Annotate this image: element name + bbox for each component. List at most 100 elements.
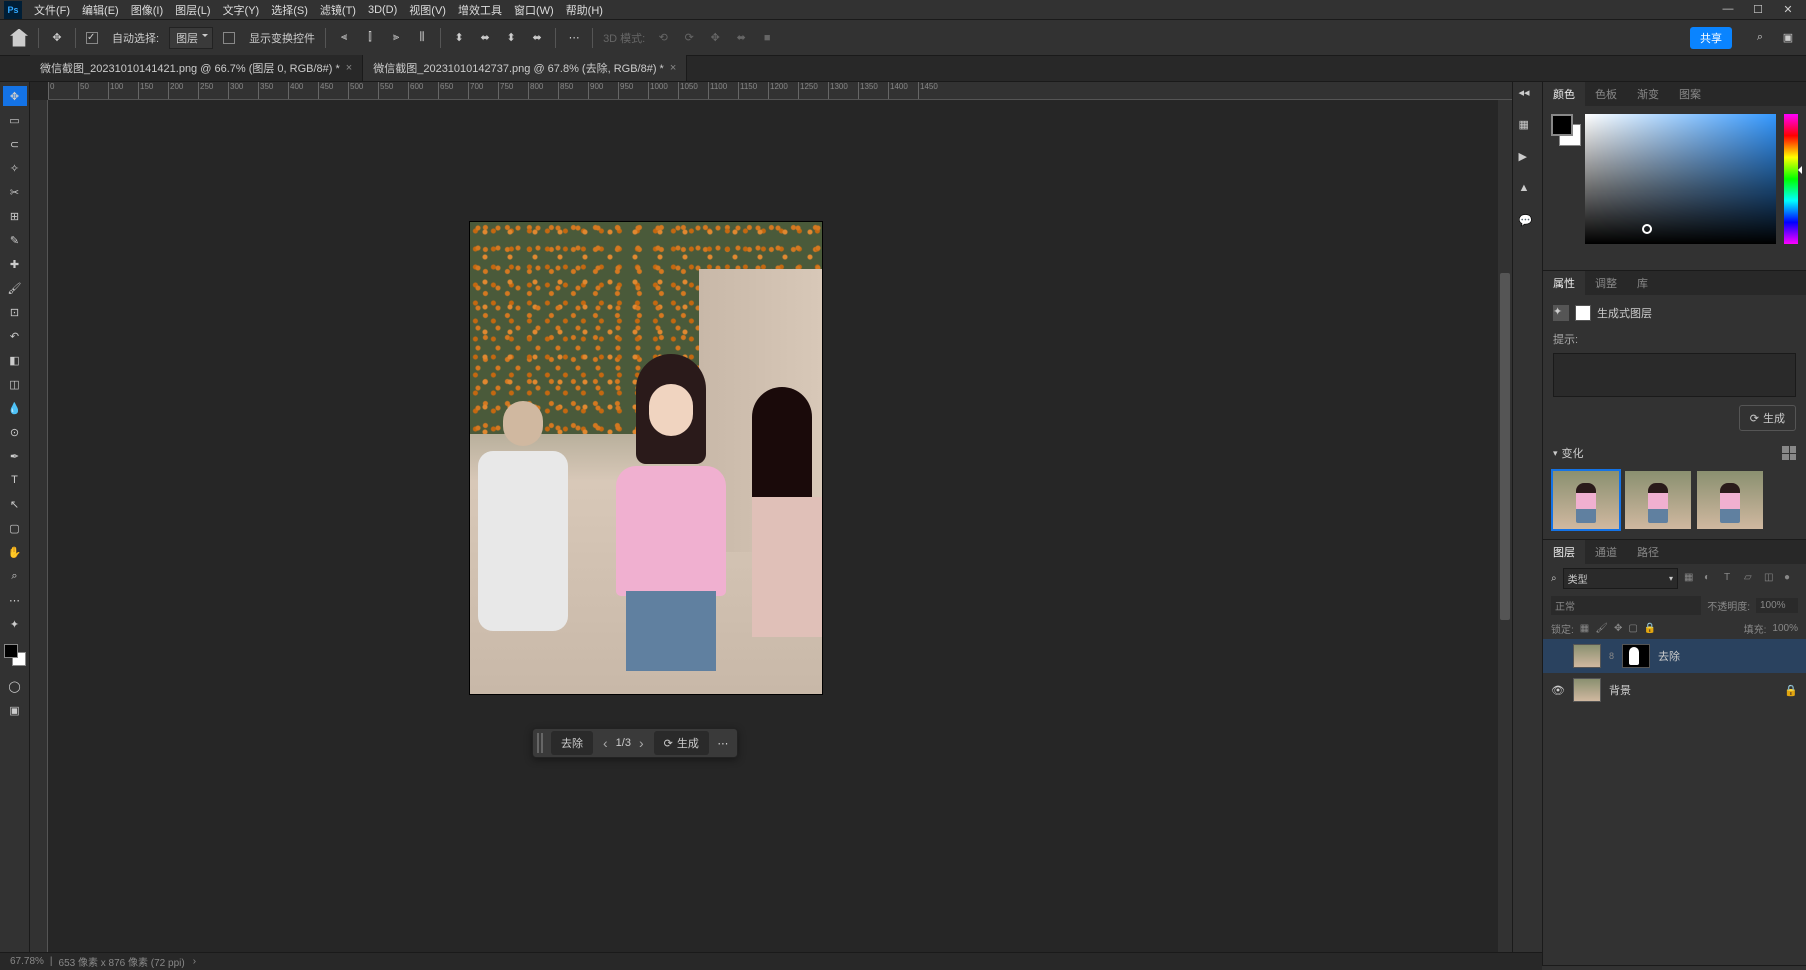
- more-align-icon[interactable]: ⋯: [566, 30, 582, 46]
- 3d-roll-icon[interactable]: ⟳: [681, 30, 697, 46]
- tab-paths[interactable]: 路径: [1627, 540, 1669, 564]
- lock-position-icon[interactable]: ✥: [1614, 623, 1622, 634]
- layer-name[interactable]: 去除: [1658, 648, 1798, 664]
- filter-smart-icon[interactable]: ◫: [1764, 572, 1778, 586]
- distribute-bottom-icon[interactable]: ⬍: [503, 30, 519, 46]
- layer-name[interactable]: 背景: [1609, 682, 1776, 698]
- variation-thumb-2[interactable]: [1625, 471, 1691, 529]
- menu-file[interactable]: 文件(F): [28, 0, 76, 20]
- fill-input[interactable]: 100%: [1772, 623, 1798, 634]
- close-icon[interactable]: ✕: [1782, 3, 1794, 16]
- search-icon[interactable]: ⌕: [1752, 30, 1768, 46]
- horizontal-ruler[interactable]: 0501001502002503003504004505005506006507…: [48, 82, 1512, 100]
- workspace-icon[interactable]: ▣: [1780, 30, 1796, 46]
- distribute-h-icon[interactable]: ⬌: [529, 30, 545, 46]
- next-variation-icon[interactable]: ›: [639, 735, 644, 751]
- home-icon[interactable]: [10, 29, 28, 47]
- menu-plugins[interactable]: 增效工具: [452, 0, 508, 20]
- opacity-input[interactable]: 100%: [1756, 598, 1798, 613]
- hand-tool[interactable]: ✋: [3, 542, 27, 562]
- grid-view-icon[interactable]: [1782, 446, 1796, 460]
- shape-tool[interactable]: ▢: [3, 518, 27, 538]
- dodge-tool[interactable]: ⊙: [3, 422, 27, 442]
- hue-slider[interactable]: [1784, 114, 1798, 244]
- tab-channels[interactable]: 通道: [1585, 540, 1627, 564]
- hue-marker[interactable]: [1794, 166, 1802, 174]
- align-right-icon[interactable]: ⫸: [388, 30, 404, 46]
- visibility-icon[interactable]: 👁: [1551, 684, 1565, 697]
- drag-handle-icon[interactable]: [537, 733, 543, 753]
- foreground-swatch[interactable]: [1551, 114, 1573, 136]
- menu-view[interactable]: 视图(V): [403, 0, 452, 20]
- menu-3d[interactable]: 3D(D): [362, 2, 403, 18]
- screen-mode-icon[interactable]: ▣: [3, 700, 27, 720]
- filter-toggle-icon[interactable]: ●: [1784, 572, 1798, 586]
- distribute-v-icon[interactable]: ⬌: [477, 30, 493, 46]
- color-marker[interactable]: [1642, 224, 1652, 234]
- generative-taskbar[interactable]: 去除 ‹ 1/3 › ⟳ 生成 ⋯: [532, 728, 738, 758]
- brushes-panel-icon[interactable]: ▲: [1519, 182, 1537, 200]
- tab-close-icon[interactable]: ×: [670, 62, 676, 74]
- document-tab-2[interactable]: 微信截图_20231010142737.png @ 67.8% (去除, RGB…: [363, 55, 687, 81]
- comments-panel-icon[interactable]: 💬: [1519, 214, 1537, 232]
- variation-thumb-3[interactable]: [1697, 471, 1763, 529]
- status-menu-icon[interactable]: ›: [193, 956, 196, 967]
- move-tool[interactable]: ✥: [3, 86, 27, 106]
- more-options-icon[interactable]: ⋯: [713, 737, 733, 750]
- lock-all-icon[interactable]: 🔒: [1644, 623, 1656, 634]
- menu-filter[interactable]: 滤镜(T): [314, 0, 362, 20]
- menu-window[interactable]: 窗口(W): [508, 0, 560, 20]
- layer-thumbnail[interactable]: [1573, 644, 1601, 668]
- zoom-level[interactable]: 67.78%: [10, 956, 44, 967]
- auto-select-checkbox[interactable]: [86, 32, 98, 44]
- filter-pixel-icon[interactable]: ▦: [1684, 572, 1698, 586]
- lasso-tool[interactable]: ⊂: [3, 134, 27, 154]
- brush-tool[interactable]: 🖌: [3, 278, 27, 298]
- lock-pixels-icon[interactable]: 🖌: [1595, 623, 1608, 634]
- path-tool[interactable]: ↖: [3, 494, 27, 514]
- lock-icon[interactable]: 🔒: [1784, 684, 1798, 697]
- align-left-icon[interactable]: ⫷: [336, 30, 352, 46]
- layer-row-background[interactable]: 👁 背景 🔒: [1543, 673, 1806, 707]
- history-brush-tool[interactable]: ↶: [3, 326, 27, 346]
- tab-close-icon[interactable]: ×: [346, 62, 352, 74]
- frame-tool[interactable]: ⊞: [3, 206, 27, 226]
- maximize-icon[interactable]: ☐: [1752, 3, 1764, 16]
- filter-type-icon[interactable]: T: [1724, 572, 1738, 586]
- zoom-tool[interactable]: ⌕: [3, 566, 27, 586]
- type-tool[interactable]: T: [3, 470, 27, 490]
- prev-variation-icon[interactable]: ‹: [603, 735, 608, 751]
- clone-stamp-tool[interactable]: ⊡: [3, 302, 27, 322]
- gradient-tool[interactable]: ◫: [3, 374, 27, 394]
- foreground-color[interactable]: [4, 644, 18, 658]
- actions-panel-icon[interactable]: ▶: [1519, 150, 1537, 168]
- color-field[interactable]: [1585, 114, 1776, 244]
- color-swatch[interactable]: [4, 644, 26, 666]
- crop-tool[interactable]: ✂: [3, 182, 27, 202]
- document-dimensions[interactable]: 653 像素 x 876 像素 (72 ppi): [59, 954, 185, 969]
- generate-button[interactable]: ⟳ 生成: [654, 731, 709, 755]
- history-panel-icon[interactable]: ▦: [1519, 118, 1537, 136]
- lock-transparency-icon[interactable]: ▦: [1580, 623, 1589, 634]
- scrollbar-thumb[interactable]: [1500, 273, 1510, 619]
- color-swatches[interactable]: [1551, 114, 1577, 262]
- blend-mode-dropdown[interactable]: 正常: [1551, 596, 1701, 615]
- variation-thumb-1[interactable]: [1553, 471, 1619, 529]
- variations-toggle[interactable]: ▾ 变化: [1553, 445, 1796, 461]
- menu-layer[interactable]: 图层(L): [169, 0, 216, 20]
- 3d-pan-icon[interactable]: ✥: [707, 30, 723, 46]
- tab-swatches[interactable]: 色板: [1585, 82, 1627, 106]
- menu-text[interactable]: 文字(Y): [217, 0, 266, 20]
- 3d-orbit-icon[interactable]: ⟲: [655, 30, 671, 46]
- tab-libraries[interactable]: 库: [1627, 271, 1658, 295]
- canvas[interactable]: [470, 222, 822, 694]
- tab-adjustments[interactable]: 调整: [1585, 271, 1627, 295]
- eraser-tool[interactable]: ◧: [3, 350, 27, 370]
- share-button[interactable]: 共享: [1690, 27, 1732, 49]
- tab-color[interactable]: 颜色: [1543, 82, 1585, 106]
- layer-filter-dropdown[interactable]: 类型: [1563, 568, 1678, 589]
- layer-row-remove[interactable]: 8 去除: [1543, 639, 1806, 673]
- minimize-icon[interactable]: —: [1722, 3, 1734, 16]
- tab-patterns[interactable]: 图案: [1669, 82, 1711, 106]
- 3d-zoom-icon[interactable]: ■: [759, 30, 775, 46]
